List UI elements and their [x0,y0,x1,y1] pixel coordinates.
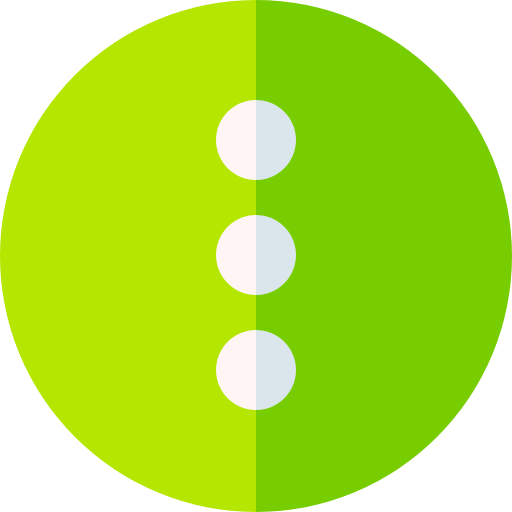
icon-canvas [0,0,512,512]
dot-2 [216,215,296,295]
more-vertical-icon[interactable] [0,0,512,512]
dots-group [216,100,296,410]
dot-3 [216,330,296,410]
dot-1 [216,100,296,180]
